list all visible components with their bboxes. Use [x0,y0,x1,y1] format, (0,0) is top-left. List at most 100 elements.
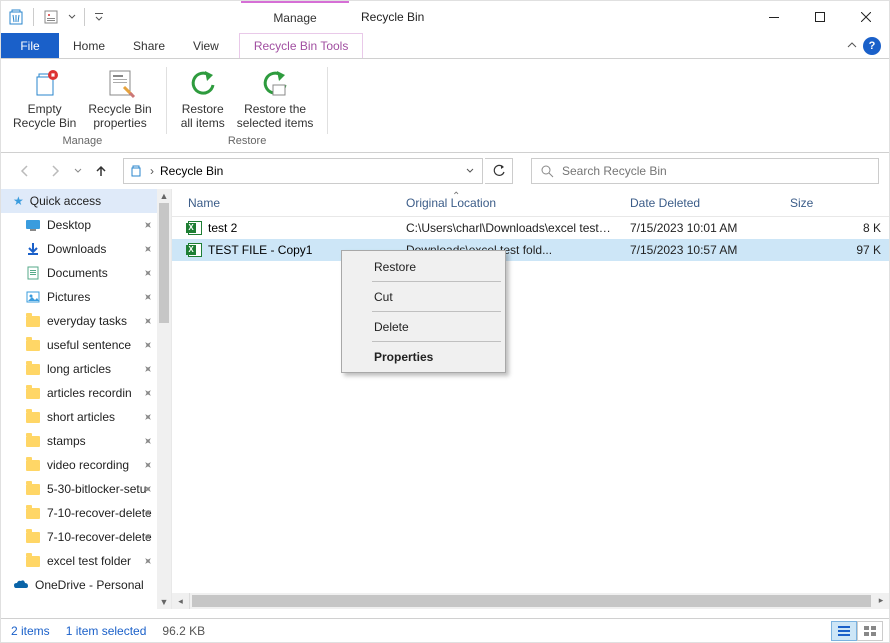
address-history-icon[interactable] [462,167,478,175]
pin-icon [143,220,153,230]
address-bar[interactable]: › Recycle Bin [123,158,483,184]
breadcrumb-chevron-icon[interactable]: › [150,164,154,178]
recycle-bin-tools-tab[interactable]: Recycle Bin Tools [239,33,364,58]
pin-icon [143,556,153,566]
qat-customize-icon[interactable] [91,12,107,22]
thumbnails-view-button[interactable] [857,621,883,641]
sidebar-item[interactable]: useful sentence [1,333,157,357]
contextual-tab-header: Manage [241,1,349,33]
share-tab[interactable]: Share [119,33,179,58]
column-name-label: Name [188,196,220,210]
restore-all-button[interactable]: Restore all items [175,63,231,133]
column-name[interactable]: Name [180,196,398,210]
pin-icon [143,316,153,326]
h-scroll-thumb[interactable] [192,595,871,607]
sidebar-scrollbar[interactable]: ▲ ▼ [157,189,171,609]
table-row[interactable]: test 2C:\Users\charl\Downloads\excel tes… [172,217,889,239]
horizontal-scrollbar[interactable]: ◂ ▸ [172,593,889,609]
restore-selected-button[interactable]: Restore the selected items [231,63,320,133]
sidebar-item-label: 7-10-recover-delete [47,506,152,520]
scroll-track[interactable] [157,323,171,595]
recycle-bin-properties-icon [102,65,138,101]
restore-selected-icon [257,65,293,101]
column-size[interactable]: Size [782,196,889,210]
file-tab[interactable]: File [1,33,59,58]
pin-icon [143,484,153,494]
sidebar-item[interactable]: 5-30-bitlocker-setu [1,477,157,501]
pin-icon [143,436,153,446]
table-row[interactable]: TEST FILE - Copy1Downloads\excel test fo… [172,239,889,261]
sidebar-item[interactable]: everyday tasks [1,309,157,333]
up-button[interactable] [87,157,115,185]
scroll-thumb[interactable] [159,203,169,323]
details-view-button[interactable] [831,621,857,641]
sidebar-item[interactable]: stamps [1,429,157,453]
sidebar-item[interactable]: short articles [1,405,157,429]
scroll-down-icon[interactable]: ▼ [157,595,171,609]
sidebar-item[interactable]: Pictures [1,285,157,309]
back-button[interactable] [11,157,39,185]
status-item-count: 2 items [11,624,50,638]
search-input[interactable] [562,164,870,178]
recycle-bin-properties-button[interactable]: Recycle Bin properties [82,63,157,133]
context-properties[interactable]: Properties [344,343,503,370]
pin-icon [143,412,153,422]
quick-access-node[interactable]: ★ Quick access [1,189,157,213]
sidebar-item-label: excel test folder [47,554,131,568]
onedrive-node[interactable]: OneDrive - Personal [1,573,157,597]
view-tab[interactable]: View [179,33,233,58]
minimize-button[interactable] [751,1,797,33]
context-cut[interactable]: Cut [344,283,503,310]
properties-qat-icon[interactable] [40,6,62,28]
home-tab[interactable]: Home [59,33,119,58]
sidebar-item[interactable]: Documents [1,261,157,285]
recycle-bin-tools-tab-label: Recycle Bin Tools [254,39,349,53]
folder-icon [25,457,41,473]
ribbon-group-manage-label: Manage [7,133,158,149]
file-size: 97 K [782,243,889,257]
excel-file-icon [188,243,202,257]
scroll-left-icon[interactable]: ◂ [172,593,190,609]
search-box[interactable] [531,158,879,184]
pin-icon [143,364,153,374]
excel-file-icon [188,221,202,235]
breadcrumb-label[interactable]: Recycle Bin [160,164,223,178]
ribbon: Empty Recycle Bin Recycle Bin properties… [1,59,889,153]
context-delete[interactable]: Delete [344,313,503,340]
sidebar-item[interactable]: 7-10-recover-delete [1,525,157,549]
title-bar: Manage Recycle Bin [1,1,889,33]
recycle-bin-app-icon[interactable] [5,6,27,28]
maximize-button[interactable] [797,1,843,33]
sidebar-item[interactable]: video recording [1,453,157,477]
empty-recycle-bin-button[interactable]: Empty Recycle Bin [7,63,82,133]
sidebar-item[interactable]: articles recordin [1,381,157,405]
scroll-up-icon[interactable]: ▲ [157,189,171,203]
sidebar-item[interactable]: excel test folder [1,549,157,573]
folder-icon [25,481,41,497]
sidebar-item[interactable]: Desktop [1,213,157,237]
refresh-button[interactable] [485,158,513,184]
forward-button[interactable] [41,157,69,185]
column-date-deleted[interactable]: Date Deleted [622,196,782,210]
context-restore[interactable]: Restore [344,253,503,280]
sidebar-item[interactable]: long articles [1,357,157,381]
qat-item-chevron-icon[interactable] [66,13,78,21]
help-icon[interactable]: ? [863,37,881,55]
original-location: C:\Users\charl\Downloads\excel test fold… [398,221,622,235]
close-button[interactable] [843,1,889,33]
pin-icon [143,244,153,254]
folder-icon [25,337,41,353]
scroll-right-icon[interactable]: ▸ [873,593,889,607]
pin-icon [143,532,153,542]
sidebar-item[interactable]: Downloads [1,237,157,261]
recent-locations-button[interactable] [71,157,85,185]
recycle-bin-properties-label: Recycle Bin properties [88,103,151,131]
onedrive-icon [13,577,29,593]
ribbon-collapse-icon[interactable] [847,41,857,51]
pin-icon [143,340,153,350]
column-original-location[interactable]: Original Location [398,196,622,210]
pin-icon [143,292,153,302]
sidebar-item[interactable]: 7-10-recover-delete [1,501,157,525]
file-name: TEST FILE - Copy1 [208,243,312,257]
column-date-label: Date Deleted [630,196,700,210]
